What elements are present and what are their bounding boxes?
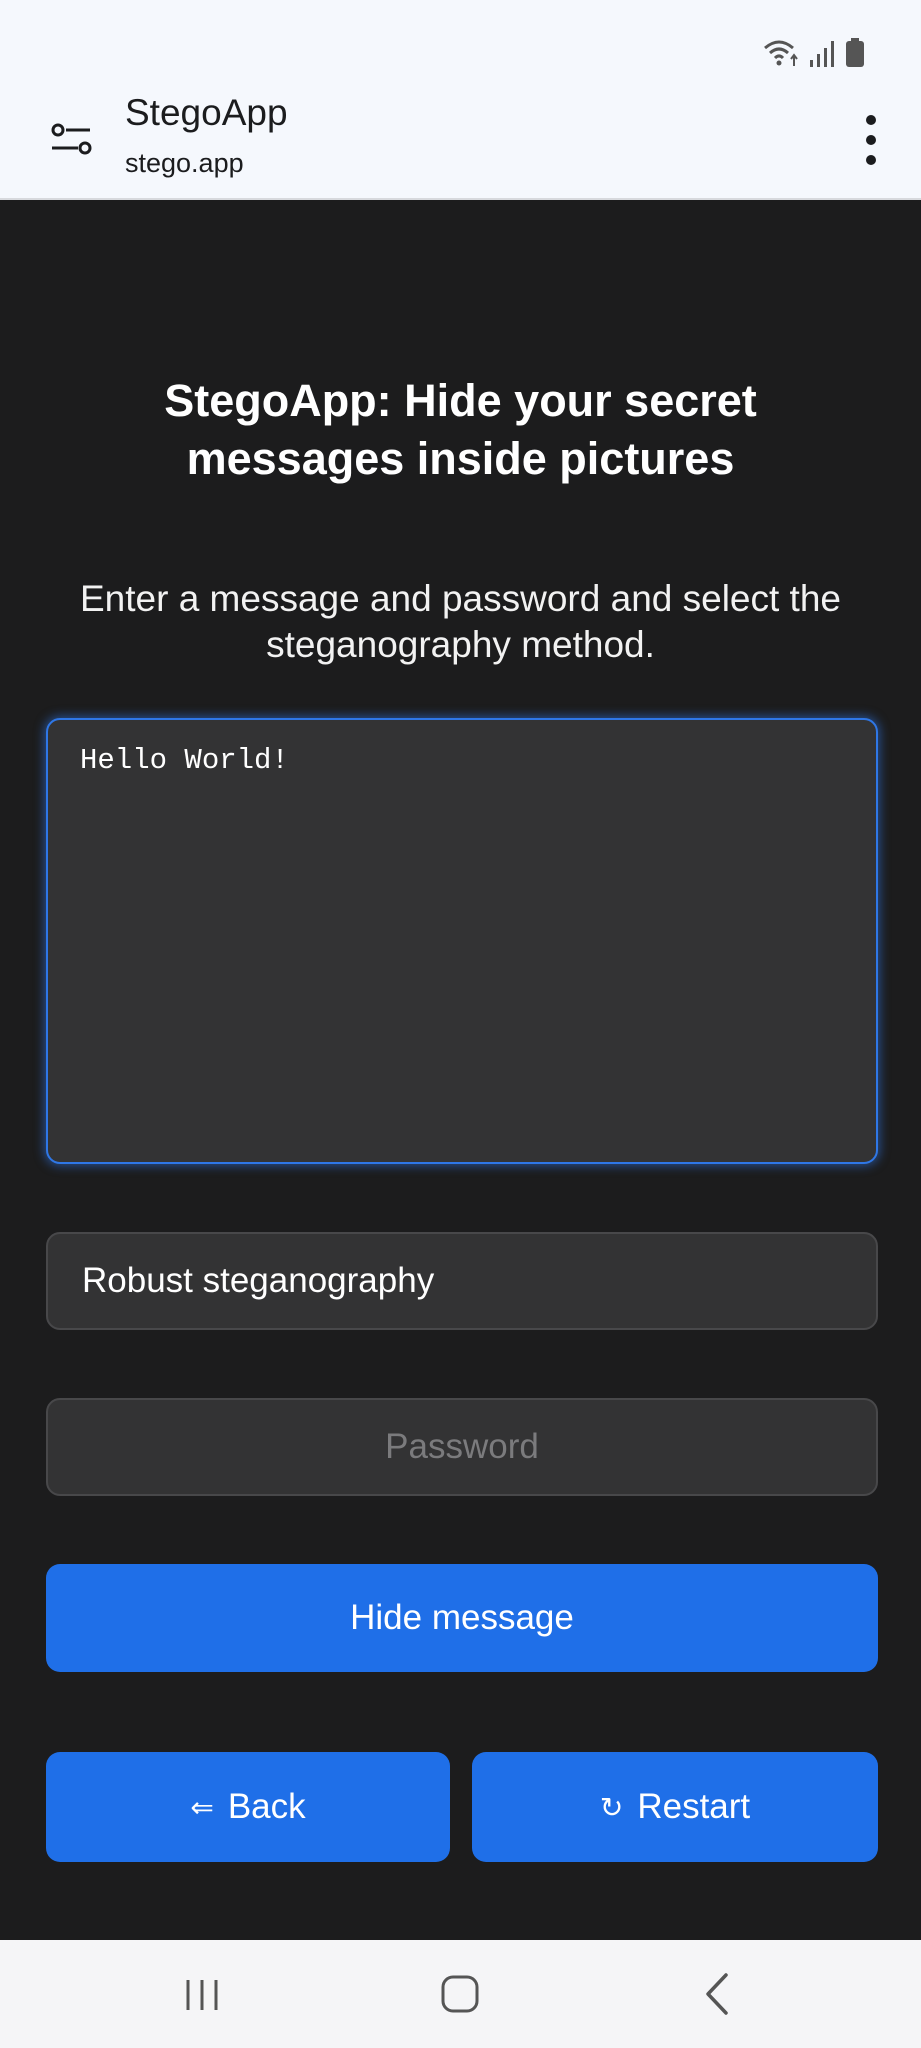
page-title: StegoApp: Hide your secret messages insi… [164,375,757,484]
system-nav-bar [0,1940,921,2048]
restart-button[interactable]: ↻ Restart [472,1752,878,1862]
method-select-value: Robust steganography [82,1261,435,1300]
restart-label: Restart [637,1787,751,1826]
back-icon[interactable] [700,1972,734,2016]
message-textarea[interactable]: Hello World! [46,718,878,1164]
home-icon[interactable] [440,1974,480,2014]
restart-icon: ↻ [599,1791,624,1823]
status-bar [763,34,865,68]
browser-header: StegoApp stego.app [0,0,921,200]
tune-icon[interactable] [48,116,96,164]
hide-message-button[interactable]: Hide message [46,1564,878,1672]
site-url[interactable]: stego.app [125,148,244,179]
arrow-left-icon: ⇐ [190,1791,214,1823]
method-select[interactable]: Robust steganography [46,1232,878,1330]
more-vert-icon[interactable] [851,112,891,168]
site-title[interactable]: StegoApp [125,92,288,134]
signal-icon [810,41,834,67]
page-content: StegoApp: Hide your secret messages insi… [0,200,921,1940]
recents-icon[interactable] [182,1978,222,2012]
page-description: Enter a message and password and select … [79,578,841,665]
address-bar: StegoApp stego.app [0,88,921,188]
back-label: Back [227,1787,306,1826]
battery-icon [846,38,864,67]
password-input[interactable] [46,1398,878,1496]
wifi-icon [764,40,798,66]
back-button[interactable]: ⇐ Back [46,1752,450,1862]
hide-message-label: Hide message [350,1598,574,1637]
